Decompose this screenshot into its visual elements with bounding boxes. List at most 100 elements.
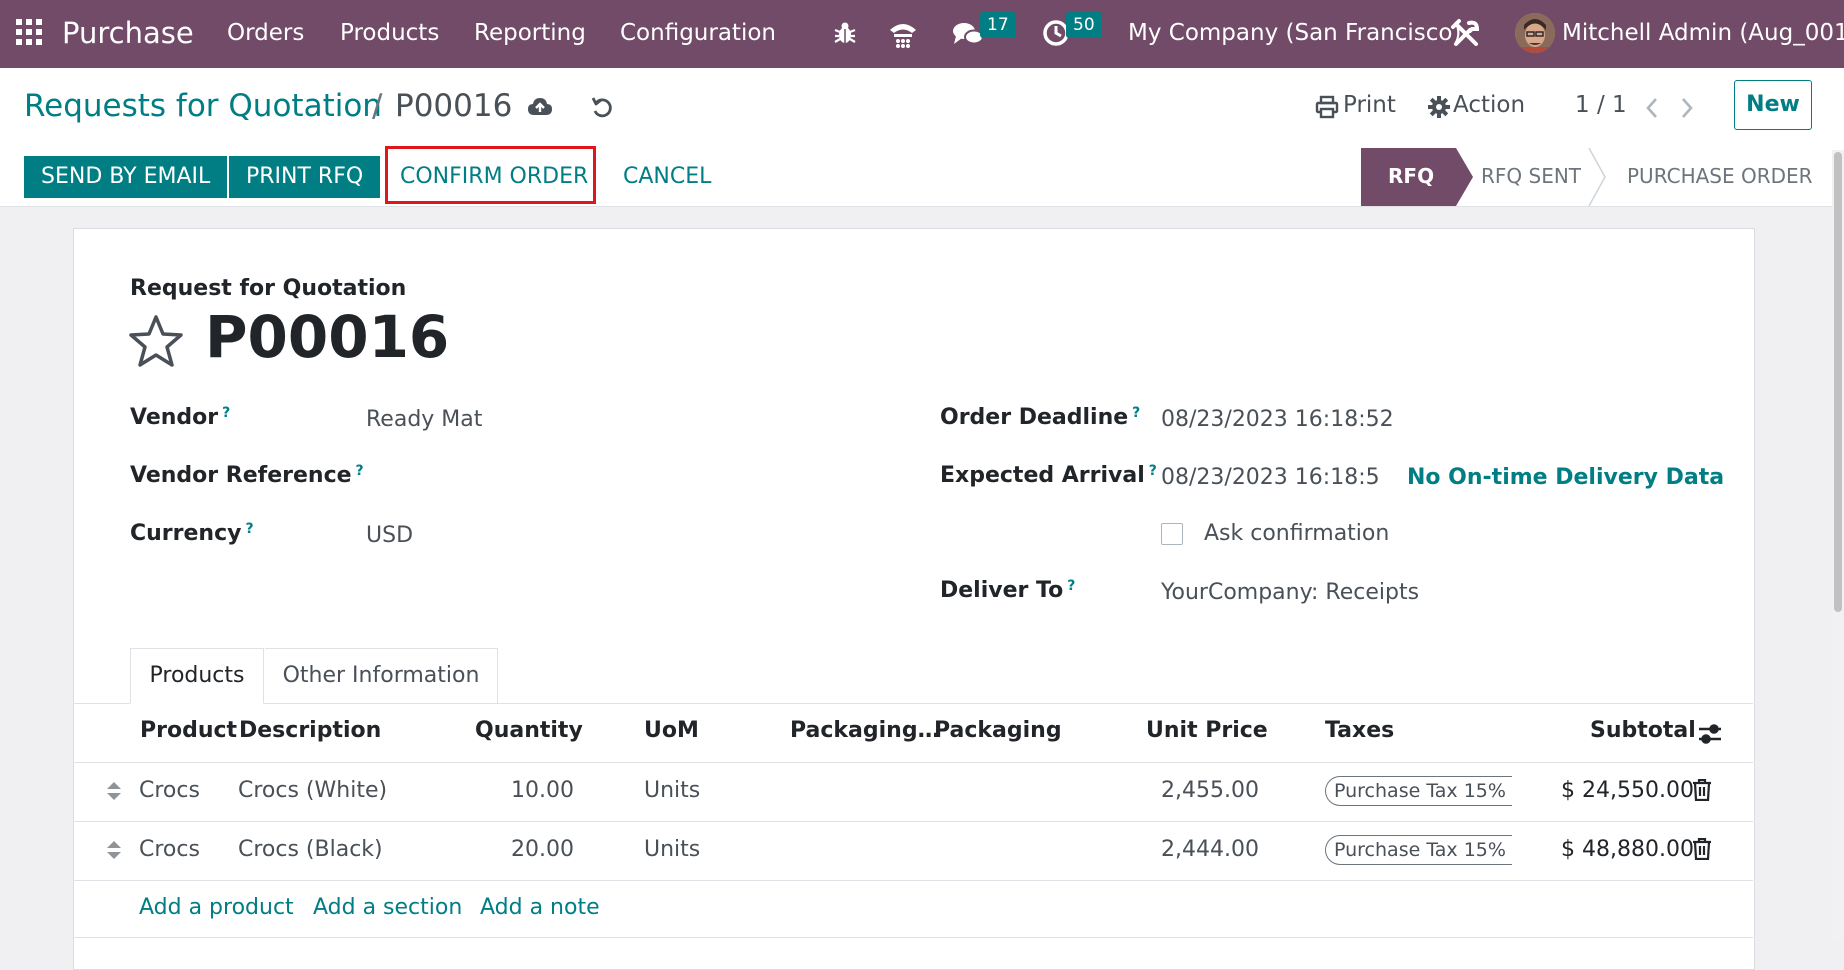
pager-value[interactable]: 1 / 1 (1575, 92, 1627, 118)
add-section-link[interactable]: Add a section (313, 895, 462, 920)
bug-icon[interactable] (832, 20, 858, 46)
deliver-to-help-icon[interactable]: ? (1067, 578, 1075, 594)
stage-rfq-sent[interactable]: RFQ SENT (1473, 148, 1606, 206)
ask-confirmation-label[interactable]: Ask confirmation (1204, 521, 1389, 546)
messages-count-badge: 17 (980, 12, 1016, 38)
breadcrumb-separator: / (372, 88, 383, 124)
scrollbar-track[interactable] (1832, 150, 1844, 941)
activities-count-badge: 50 (1066, 12, 1102, 38)
order-deadline-label: Order Deadline? (940, 405, 1141, 430)
apps-grid-icon[interactable] (16, 19, 42, 45)
status-bar: SEND BY EMAIL PRINT RFQ CONFIRM ORDER CA… (0, 146, 1844, 207)
control-panel: Requests for Quotation / P00016 Print Ac… (0, 68, 1844, 149)
vendor-label: Vendor? (130, 405, 231, 430)
print-icon[interactable] (1315, 95, 1339, 119)
tax-tag[interactable]: Purchase Tax 15% (1325, 835, 1512, 865)
order-deadline-help-icon[interactable]: ? (1132, 405, 1140, 421)
chevron-right-icon[interactable] (1680, 97, 1694, 119)
menu-configuration[interactable]: Configuration (620, 0, 776, 68)
top-navbar: Purchase Orders Products Reporting Confi… (0, 0, 1844, 68)
trash-icon[interactable] (1692, 838, 1712, 860)
confirm-order-button[interactable]: CONFIRM ORDER (400, 156, 588, 198)
avatar[interactable] (1515, 13, 1555, 53)
breadcrumb-current: P00016 (395, 88, 513, 124)
chevron-left-icon[interactable] (1645, 97, 1659, 119)
tools-icon[interactable] (1450, 18, 1482, 50)
star-icon[interactable] (128, 314, 184, 368)
cell-subtotal: $ 24,550.00 (1561, 778, 1694, 803)
currency-label: Currency? (130, 521, 254, 546)
tax-tag[interactable]: Purchase Tax 15% (1325, 776, 1512, 806)
cell-subtotal: $ 48,880.00 (1561, 837, 1694, 862)
vendor-reference-label: Vendor Reference? (130, 463, 364, 488)
expected-arrival-field[interactable]: 08/23/2023 16:18:5 (1161, 465, 1380, 490)
row-divider (73, 880, 1753, 881)
deliver-to-field[interactable]: YourCompany: Receipts (1161, 580, 1419, 605)
record-name: P00016 (205, 303, 450, 371)
gear-icon[interactable] (1428, 96, 1450, 118)
tab-products[interactable]: Products (130, 648, 264, 704)
column-product[interactable]: Product (140, 718, 237, 743)
add-note-link[interactable]: Add a note (480, 895, 600, 920)
expected-arrival-help-icon[interactable]: ? (1149, 463, 1157, 479)
vendor-field[interactable]: Ready Mat (366, 407, 482, 432)
stage-rfq-sent-label: RFQ SENT (1481, 164, 1582, 188)
cell-product[interactable]: Crocs (139, 837, 200, 862)
trash-icon[interactable] (1692, 779, 1712, 801)
menu-products[interactable]: Products (340, 0, 439, 68)
stage-rfq[interactable]: RFQ (1361, 148, 1473, 206)
cell-uom[interactable]: Units (644, 837, 700, 862)
cell-unit-price[interactable]: 2,444.00 (1161, 837, 1259, 862)
column-taxes[interactable]: Taxes (1325, 718, 1394, 743)
tabs-divider (73, 703, 1753, 704)
print-button[interactable]: Print (1343, 92, 1396, 118)
scrollbar-thumb[interactable] (1834, 152, 1842, 612)
menu-reporting[interactable]: Reporting (474, 0, 586, 68)
vendor-help-icon[interactable]: ? (222, 405, 230, 421)
cell-uom[interactable]: Units (644, 778, 700, 803)
send-by-email-button[interactable]: SEND BY EMAIL (24, 156, 228, 198)
company-switcher[interactable]: My Company (San Francisco) (1128, 0, 1461, 68)
cloud-upload-icon[interactable] (527, 96, 553, 118)
column-packaging[interactable]: Packaging (934, 718, 1062, 743)
cell-product[interactable]: Crocs (139, 778, 200, 803)
currency-help-icon[interactable]: ? (245, 521, 253, 537)
discard-icon[interactable] (590, 95, 614, 119)
menu-orders[interactable]: Orders (227, 0, 304, 68)
column-settings-icon[interactable] (1697, 722, 1723, 746)
breadcrumb-parent[interactable]: Requests for Quotation (24, 88, 382, 124)
cell-quantity[interactable]: 20.00 (511, 837, 574, 862)
table-bottom-divider (73, 937, 1753, 938)
vendor-reference-help-icon[interactable]: ? (356, 463, 364, 479)
drag-handle-icon[interactable] (106, 780, 122, 802)
column-uom[interactable]: UoM (644, 718, 699, 743)
on-time-delivery-link[interactable]: No On-time Delivery Data (1407, 465, 1724, 490)
document-type-label: Request for Quotation (130, 276, 407, 301)
stage-rfq-label: RFQ (1388, 164, 1435, 188)
vendor-reference-input[interactable] (366, 460, 866, 492)
phone-icon[interactable] (888, 20, 918, 48)
currency-field[interactable]: USD (366, 523, 413, 548)
column-subtotal[interactable]: Subtotal (1590, 718, 1696, 743)
add-product-link[interactable]: Add a product (139, 895, 294, 920)
cell-quantity[interactable]: 10.00 (511, 778, 574, 803)
expected-arrival-label: Expected Arrival? (940, 463, 1157, 488)
drag-handle-icon[interactable] (106, 839, 122, 861)
cell-unit-price[interactable]: 2,455.00 (1161, 778, 1259, 803)
cell-description[interactable]: Crocs (White) (238, 778, 387, 803)
user-menu[interactable]: Mitchell Admin (Aug_001) (1562, 0, 1844, 68)
cell-description[interactable]: Crocs (Black) (238, 837, 383, 862)
column-quantity[interactable]: Quantity (475, 718, 583, 743)
action-menu[interactable]: Action (1453, 92, 1525, 118)
ask-confirmation-checkbox[interactable] (1161, 523, 1183, 545)
column-packaging-qty[interactable]: Packaging… (790, 718, 940, 743)
print-rfq-button[interactable]: PRINT RFQ (229, 156, 381, 198)
tab-other-information[interactable]: Other Information (265, 648, 498, 704)
stage-purchase-order[interactable]: PURCHASE ORDER (1627, 164, 1813, 188)
app-name[interactable]: Purchase (62, 0, 194, 68)
new-button[interactable]: New (1734, 80, 1812, 130)
column-unit-price[interactable]: Unit Price (1146, 718, 1268, 743)
order-deadline-field[interactable]: 08/23/2023 16:18:52 (1161, 407, 1394, 432)
column-description[interactable]: Description (239, 718, 381, 743)
cancel-button[interactable]: CANCEL (623, 156, 711, 198)
